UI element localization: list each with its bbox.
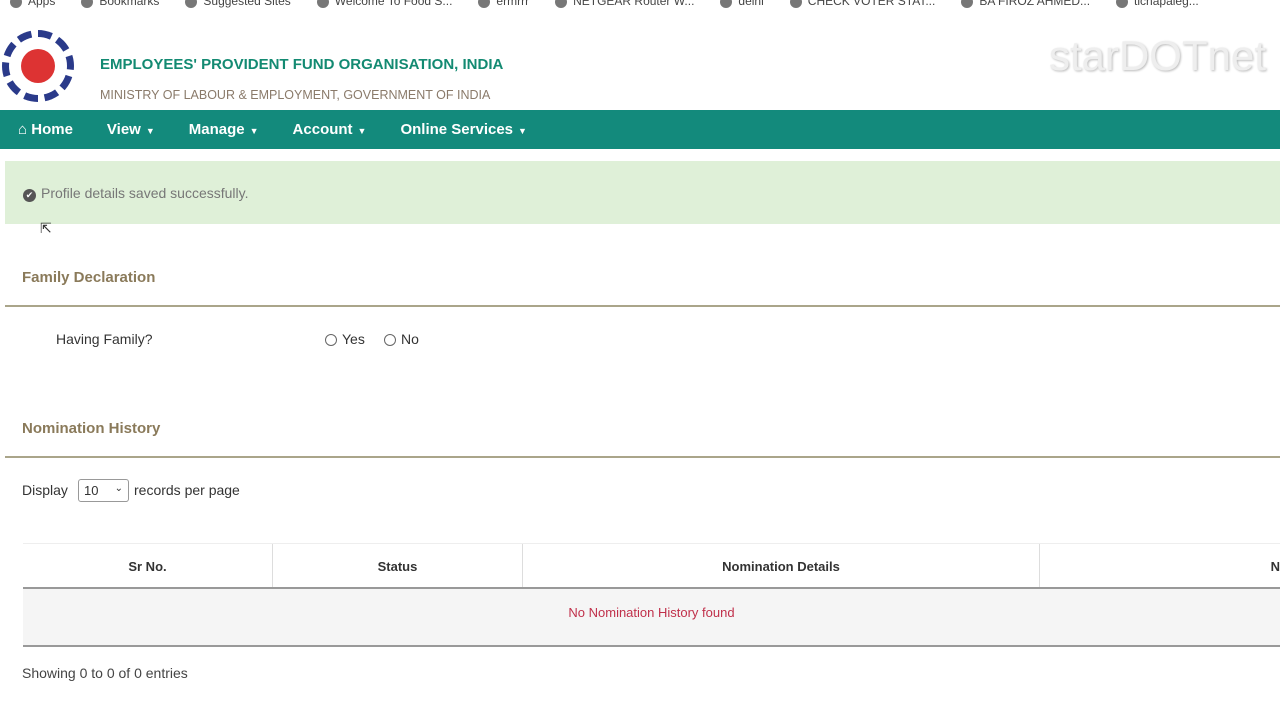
watermark: starDOTnet: [1048, 32, 1266, 79]
col-next[interactable]: N: [1040, 544, 1280, 587]
nav-manage[interactable]: Manage ▼: [189, 121, 259, 138]
bookmark[interactable]: tichapaleg...: [1116, 0, 1199, 12]
nav-home[interactable]: ⌂ Home: [18, 121, 73, 138]
bookmarks-bar: Apps Bookmarks Suggested Sites Welcome T…: [0, 0, 1280, 12]
bookmark[interactable]: BA FIROZ AHMED...: [961, 0, 1090, 12]
having-family-label: Having Family?: [56, 331, 153, 347]
radio-yes[interactable]: Yes: [325, 331, 365, 347]
star-icon: [81, 0, 94, 8]
site-icon: [316, 0, 329, 8]
site-icon: [478, 0, 491, 8]
bookmark[interactable]: ermrrr: [478, 0, 529, 12]
col-sr-no[interactable]: Sr No.: [23, 544, 273, 587]
caret-down-icon: ▼: [518, 126, 527, 136]
entries-info: Showing 0 to 0 of 0 entries: [22, 665, 188, 681]
radio-no[interactable]: No: [384, 331, 419, 347]
bookmark[interactable]: Bookmarks: [81, 0, 159, 12]
family-declaration-heading: Family Declaration: [22, 269, 156, 286]
mouse-cursor-icon: ⇱: [40, 220, 52, 236]
nav-account[interactable]: Account ▼: [293, 121, 367, 138]
success-alert: ✔ Profile details saved successfully.: [5, 161, 1280, 224]
caret-down-icon: ▼: [357, 126, 367, 136]
check-circle-icon: ✔: [23, 189, 36, 202]
divider: [5, 456, 1280, 458]
radio-icon[interactable]: [325, 334, 337, 347]
bookmark[interactable]: Suggested Sites: [185, 0, 291, 12]
per-page-label: records per page: [134, 482, 240, 498]
ministry-subtitle: MINISTRY OF LABOUR & EMPLOYMENT, GOVERNM…: [100, 88, 491, 102]
caret-down-icon: ▼: [145, 126, 155, 136]
display-label: Display: [22, 482, 68, 498]
bookmark[interactable]: delhi: [720, 0, 764, 12]
nav-online-services[interactable]: Online Services ▼: [400, 121, 526, 138]
bookmark[interactable]: CHECK VOTER STAT...: [789, 0, 935, 12]
page-size-select[interactable]: 10 ⌄: [78, 479, 129, 502]
globe-icon: [1116, 0, 1129, 8]
site-header: EMPLOYEES' PROVIDENT FUND ORGANISATION, …: [0, 18, 1280, 110]
caret-down-icon: ▼: [249, 126, 259, 136]
table-header: Sr No. Status Nomination Details N: [23, 543, 1280, 589]
col-status[interactable]: Status: [273, 544, 523, 587]
home-icon: ⌂: [18, 121, 32, 138]
main-nav: ⌂ Home View ▼ Manage ▼ Account ▼ Online Ser…: [0, 110, 1280, 149]
epfo-logo: [2, 30, 74, 102]
globe-icon: [720, 0, 733, 8]
chevron-down-icon: ⌄: [114, 483, 123, 494]
divider: [5, 305, 1280, 307]
org-title: EMPLOYEES' PROVIDENT FUND ORGANISATION, …: [100, 56, 504, 73]
apps-icon: [10, 0, 22, 8]
empty-row: No Nomination History found: [23, 589, 1280, 647]
nomination-table: Sr No. Status Nomination Details N No No…: [23, 543, 1280, 647]
nomination-history-heading: Nomination History: [22, 420, 161, 437]
site-icon: [789, 0, 802, 8]
netgear-icon: [555, 0, 568, 8]
bookmark[interactable]: Apps: [10, 0, 55, 12]
globe-icon: [961, 0, 974, 8]
col-nomination-details[interactable]: Nomination Details: [523, 544, 1040, 587]
bookmark[interactable]: NETGEAR Router W...: [555, 0, 694, 12]
site-icon: [185, 0, 198, 8]
radio-icon[interactable]: [384, 334, 396, 347]
nav-view[interactable]: View ▼: [107, 121, 155, 138]
bookmark[interactable]: Welcome To Food S...: [316, 0, 452, 12]
